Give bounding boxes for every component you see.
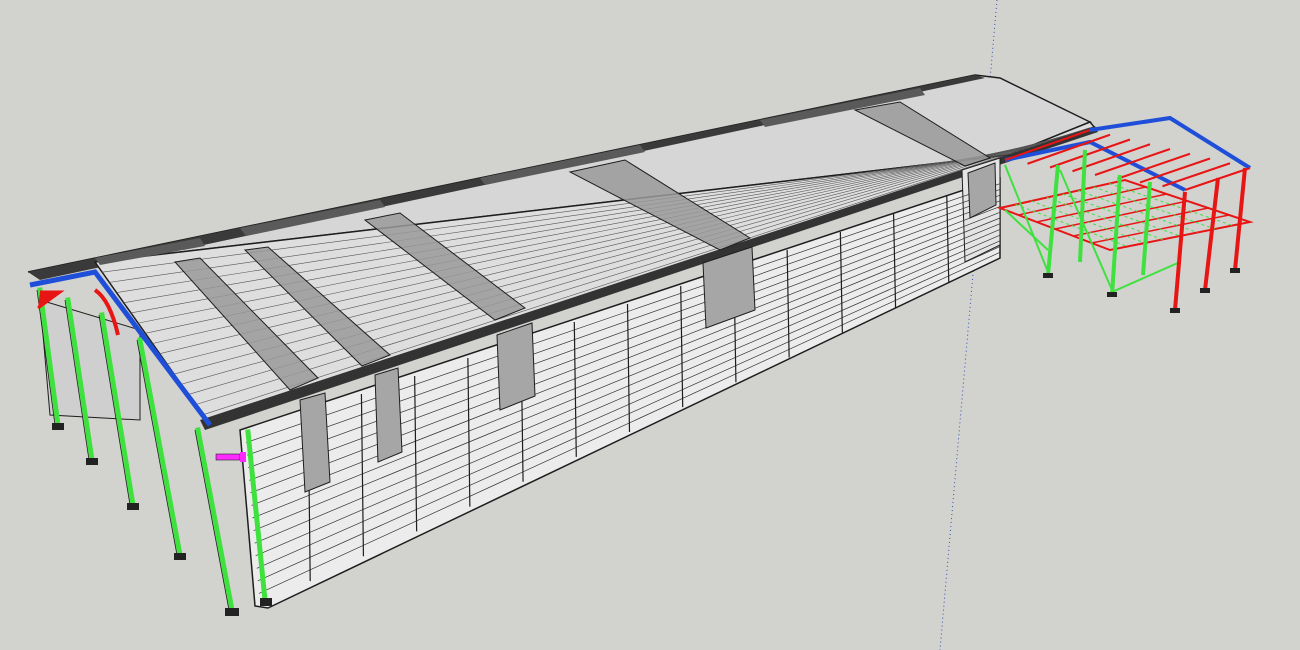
model-viewport[interactable] [0,0,1300,650]
opening-1 [299,392,331,493]
main-building[interactable] [27,74,1098,616]
opening-2 [374,367,403,463]
scene-canvas[interactable] [0,0,1300,650]
annex-purlin [1094,148,1171,176]
annex-purlin [1162,162,1231,188]
annex-bracing [1004,164,1181,293]
opening-3 [496,322,536,411]
pink-marker [215,452,246,462]
